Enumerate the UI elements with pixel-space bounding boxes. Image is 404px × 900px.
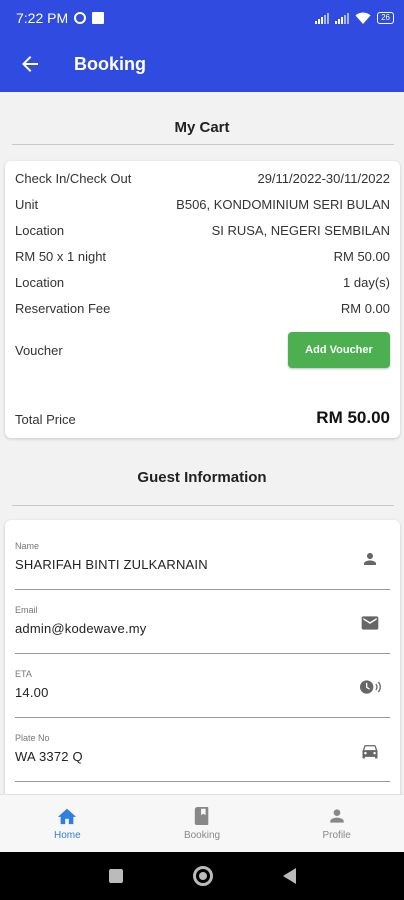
guest-info-title: Guest Information xyxy=(137,469,267,486)
cart-row-label: RM 50 x 1 night xyxy=(15,249,107,264)
status-time: 7:22 PM xyxy=(16,10,69,26)
signal-icon-2 xyxy=(335,12,350,24)
nav-booking-label: Booking xyxy=(183,830,221,841)
cart-row-duration: Location 1 day(s) xyxy=(15,275,390,290)
total-price-label: Total Price xyxy=(15,412,76,427)
nav-home-label: Home xyxy=(53,830,81,841)
book-icon xyxy=(194,807,209,825)
email-field-label: Email xyxy=(15,605,38,615)
voucher-label: Voucher xyxy=(15,343,63,358)
eta-field[interactable]: ETA 14.00 xyxy=(15,654,390,718)
cart-row-value: 29/11/2022-30/11/2022 xyxy=(257,171,390,186)
email-field[interactable]: Email admin@kodewave.my xyxy=(15,590,390,654)
add-voucher-button[interactable]: Add Voucher xyxy=(288,332,390,368)
home-button[interactable] xyxy=(192,866,213,886)
nav-profile-label: Profile xyxy=(322,830,351,841)
cart-row-value: 1 day(s) xyxy=(343,275,390,290)
nav-booking[interactable]: Booking xyxy=(135,795,270,852)
name-field-value: SHARIFAH BINTI ZULKARNAIN xyxy=(15,557,208,572)
cart-row-value: SI RUSA, NEGERI SEMBILAN xyxy=(211,223,390,238)
car-icon xyxy=(358,739,382,763)
app-bar: Booking xyxy=(0,36,404,92)
cart-row-label: Location xyxy=(15,223,65,238)
cart-card: Check In/Check Out 29/11/2022-30/11/2022… xyxy=(5,161,400,438)
cart-row-nightly-rate: RM 50 x 1 night RM 50.00 xyxy=(15,249,390,264)
cart-title: My Cart xyxy=(174,119,230,136)
home-icon xyxy=(58,808,77,825)
cart-row-checkin: Check In/Check Out 29/11/2022-30/11/2022 xyxy=(15,171,390,186)
person-icon xyxy=(330,809,344,823)
email-field-value: admin@kodewave.my xyxy=(15,621,147,636)
name-field[interactable]: Name SHARIFAH BINTI ZULKARNAIN xyxy=(15,526,390,590)
alarm-icon xyxy=(74,12,87,24)
guest-info-divider xyxy=(12,505,394,506)
total-price-value: RM 50.00 xyxy=(316,408,390,427)
signal-icon xyxy=(315,12,330,24)
bottom-nav: Home Booking Profile xyxy=(0,794,404,852)
cart-row-location: Location SI RUSA, NEGERI SEMBILAN xyxy=(15,223,390,238)
cart-row-unit: Unit B506, KONDOMINIUM SERI BULAN xyxy=(15,197,390,212)
back-button[interactable] xyxy=(0,36,60,92)
plate-no-field[interactable]: Plate No WA 3372 Q xyxy=(15,718,390,782)
plate-no-field-value: WA 3372 Q xyxy=(15,749,83,764)
battery-icon: 26 xyxy=(377,12,394,24)
notification-icon xyxy=(92,12,105,24)
page-title: Booking xyxy=(74,53,146,74)
cart-row-value: RM 50.00 xyxy=(333,249,390,264)
nav-profile[interactable]: Profile xyxy=(269,795,404,852)
cart-row-reservation-fee: Reservation Fee RM 0.00 xyxy=(15,301,390,316)
cart-row-label: Check In/Check Out xyxy=(15,171,132,186)
cart-row-label: Reservation Fee xyxy=(15,301,111,316)
cart-row-value: B506, KONDOMINIUM SERI BULAN xyxy=(176,197,390,212)
cart-row-value: RM 0.00 xyxy=(340,301,390,316)
wifi-icon xyxy=(355,12,371,24)
cart-divider xyxy=(12,144,394,145)
voucher-label-text: Voucher xyxy=(15,343,63,358)
cart-row-label: Unit xyxy=(15,197,39,212)
plate-no-field-label: Plate No xyxy=(15,733,50,743)
system-nav-bar xyxy=(0,852,404,900)
system-back-button[interactable] xyxy=(282,868,296,884)
name-field-label: Name xyxy=(15,541,40,551)
eta-field-value: 14.00 xyxy=(15,685,49,700)
booking-content[interactable]: My Cart Check In/Check Out 29/11/2022-30… xyxy=(0,92,404,794)
back-arrow-icon xyxy=(22,56,38,72)
guest-info-card: Name SHARIFAH BINTI ZULKARNAIN Email adm… xyxy=(5,520,400,794)
email-icon xyxy=(358,611,382,635)
recents-button[interactable] xyxy=(108,869,123,883)
nav-home[interactable]: Home xyxy=(0,795,135,852)
clock-icon xyxy=(358,675,382,699)
person-icon xyxy=(358,547,382,571)
eta-field-label: ETA xyxy=(15,669,32,679)
status-bar: 7:22 PM 26 xyxy=(0,0,404,36)
cart-row-label: Location xyxy=(15,275,65,290)
